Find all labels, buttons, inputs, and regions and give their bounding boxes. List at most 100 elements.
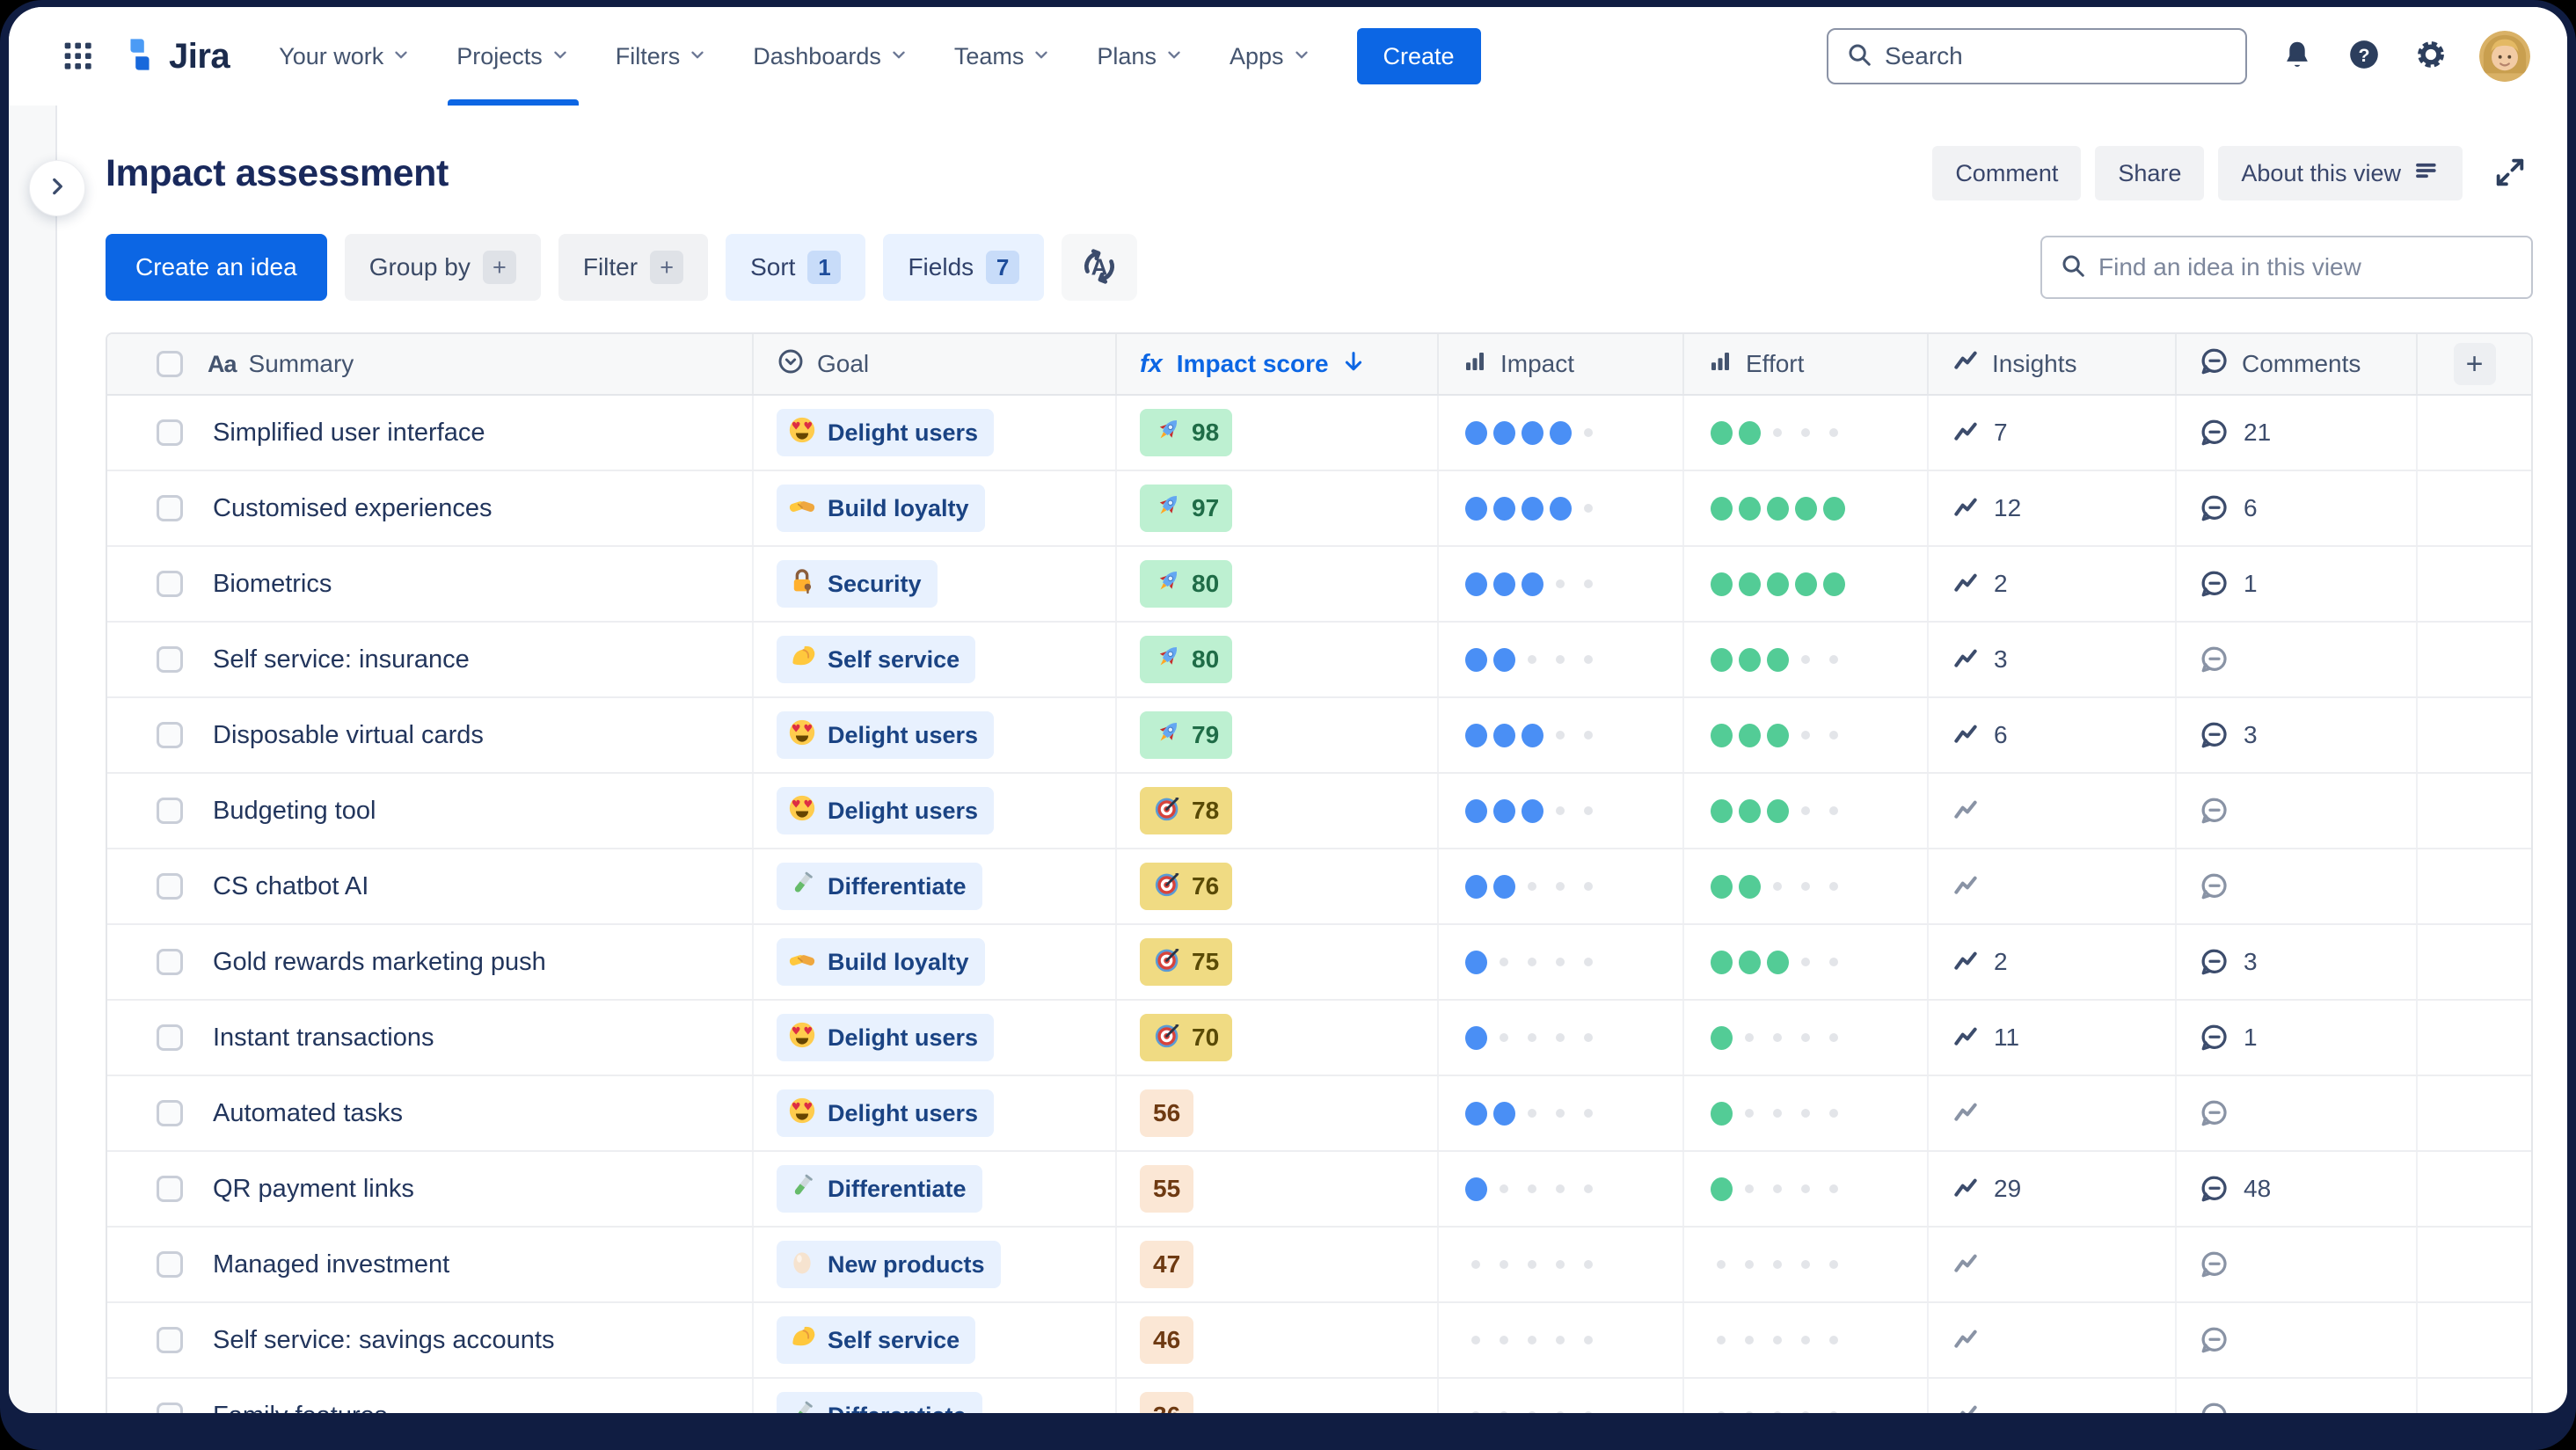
goal-chip[interactable]: Differentiate [777,1392,982,1413]
idea-summary[interactable]: Self service: insurance [213,645,470,674]
nav-item-plans[interactable]: Plans [1074,7,1207,106]
row-checkbox[interactable] [157,1024,183,1051]
row-checkbox[interactable] [157,873,183,900]
row-checkbox[interactable] [157,1327,183,1353]
goal-chip[interactable]: ♥ ♥ Delight users [777,1089,995,1137]
notifications-bell-icon[interactable] [2279,38,2316,75]
column-header-impact-score[interactable]: fx Impact score [1115,334,1437,394]
effort-rating[interactable] [1707,948,1848,976]
idea-summary[interactable]: Automated tasks [213,1099,403,1128]
comment-button[interactable]: Comment [1932,146,2082,200]
effort-rating[interactable] [1707,721,1848,749]
goal-chip[interactable]: ♥ ♥ Delight users [777,787,995,834]
comments-indicator[interactable]: 1 [2200,569,2258,599]
impact-rating[interactable] [1462,419,1602,447]
find-idea-search[interactable] [2040,236,2533,299]
comments-indicator[interactable]: 3 [2200,720,2258,750]
row-checkbox[interactable] [157,1176,183,1202]
idea-summary[interactable]: Customised experiences [213,494,493,523]
goal-chip[interactable]: Build loyalty [777,485,985,532]
row-checkbox[interactable] [157,1403,183,1413]
effort-rating[interactable] [1707,1099,1848,1127]
impact-score-badge[interactable]: 80 [1140,636,1233,683]
row-checkbox[interactable] [157,419,183,446]
comments-indicator[interactable]: 1 [2200,1023,2258,1053]
impact-score-badge[interactable]: 75 [1140,938,1233,986]
jira-logo[interactable]: Jira [120,34,230,79]
comments-indicator[interactable] [2200,1401,2244,1413]
idea-summary[interactable]: QR payment links [213,1175,414,1204]
effort-rating[interactable] [1707,570,1848,598]
impact-rating[interactable] [1462,1402,1602,1413]
sidebar-expand-button[interactable] [29,160,85,216]
impact-rating[interactable] [1462,1024,1602,1052]
insights-indicator[interactable]: 11 [1952,1024,2019,1052]
idea-summary[interactable]: Budgeting tool [213,797,376,826]
effort-rating[interactable] [1707,1024,1848,1052]
row-checkbox[interactable] [157,949,183,975]
row-checkbox[interactable] [157,722,183,748]
impact-score-badge[interactable]: 98 [1140,409,1233,456]
insights-indicator[interactable]: 6 [1952,721,2008,749]
goal-chip[interactable]: Security [777,560,938,608]
impact-rating[interactable] [1462,1099,1602,1127]
row-checkbox[interactable] [157,1100,183,1126]
nav-item-projects[interactable]: Projects [434,7,593,106]
impact-rating[interactable] [1462,1250,1602,1279]
insights-indicator[interactable] [1952,1099,1994,1127]
insights-indicator[interactable] [1952,872,1994,900]
impact-rating[interactable] [1462,797,1602,825]
goal-chip[interactable]: Self service [777,1316,976,1364]
effort-rating[interactable] [1707,494,1848,522]
effort-rating[interactable] [1707,872,1848,900]
insights-indicator[interactable]: 2 [1952,948,2008,976]
insights-indicator[interactable]: 3 [1952,645,2008,674]
comments-indicator[interactable] [2200,1325,2244,1355]
group-by-button[interactable]: Group by + [344,234,541,301]
insights-indicator[interactable] [1952,1250,1994,1279]
effort-rating[interactable] [1707,1326,1848,1354]
goal-chip[interactable]: Differentiate [777,863,982,910]
column-header-summary[interactable]: Aa Summary [107,334,752,394]
effort-rating[interactable] [1707,1175,1848,1203]
select-all-checkbox[interactable] [157,351,183,377]
insights-indicator[interactable]: 12 [1952,494,2021,522]
row-checkbox[interactable] [157,1251,183,1278]
about-this-view-button[interactable]: About this view [2218,146,2463,200]
goal-chip[interactable]: Differentiate [777,1165,982,1213]
insights-indicator[interactable]: 29 [1952,1175,2021,1203]
insights-indicator[interactable] [1952,797,1994,825]
translate-button[interactable]: A [1062,234,1138,301]
nav-item-your-work[interactable]: Your work [256,7,434,106]
impact-score-badge[interactable]: 47 [1140,1241,1194,1288]
effort-rating[interactable] [1707,1250,1848,1279]
impact-score-badge[interactable]: 97 [1140,485,1233,532]
impact-score-badge[interactable]: 55 [1140,1165,1194,1213]
row-checkbox[interactable] [157,798,183,824]
nav-item-teams[interactable]: Teams [931,7,1075,106]
comments-indicator[interactable]: 21 [2200,418,2271,448]
impact-rating[interactable] [1462,872,1602,900]
impact-score-badge[interactable]: 70 [1140,1014,1233,1061]
column-header-effort[interactable]: Effort [1682,334,1927,394]
create-button[interactable]: Create [1356,28,1481,84]
find-idea-input[interactable] [2098,253,2514,281]
share-button[interactable]: Share [2095,146,2205,200]
filter-button[interactable]: Filter + [558,234,709,301]
impact-rating[interactable] [1462,645,1602,674]
nav-item-dashboards[interactable]: Dashboards [730,7,931,106]
impact-rating[interactable] [1462,570,1602,598]
fields-button[interactable]: Fields 7 [883,234,1045,301]
idea-summary[interactable]: Simplified user interface [213,419,485,448]
app-switcher-icon[interactable] [56,36,97,77]
create-an-idea-button[interactable]: Create an idea [106,234,327,301]
effort-rating[interactable] [1707,1402,1848,1413]
impact-rating[interactable] [1462,494,1602,522]
impact-rating[interactable] [1462,721,1602,749]
insights-indicator[interactable]: 2 [1952,570,2008,598]
comments-indicator[interactable] [2200,1250,2244,1279]
insights-indicator[interactable] [1952,1326,1994,1354]
impact-rating[interactable] [1462,948,1602,976]
goal-chip[interactable]: Build loyalty [777,938,985,986]
settings-gear-icon[interactable] [2412,38,2449,75]
